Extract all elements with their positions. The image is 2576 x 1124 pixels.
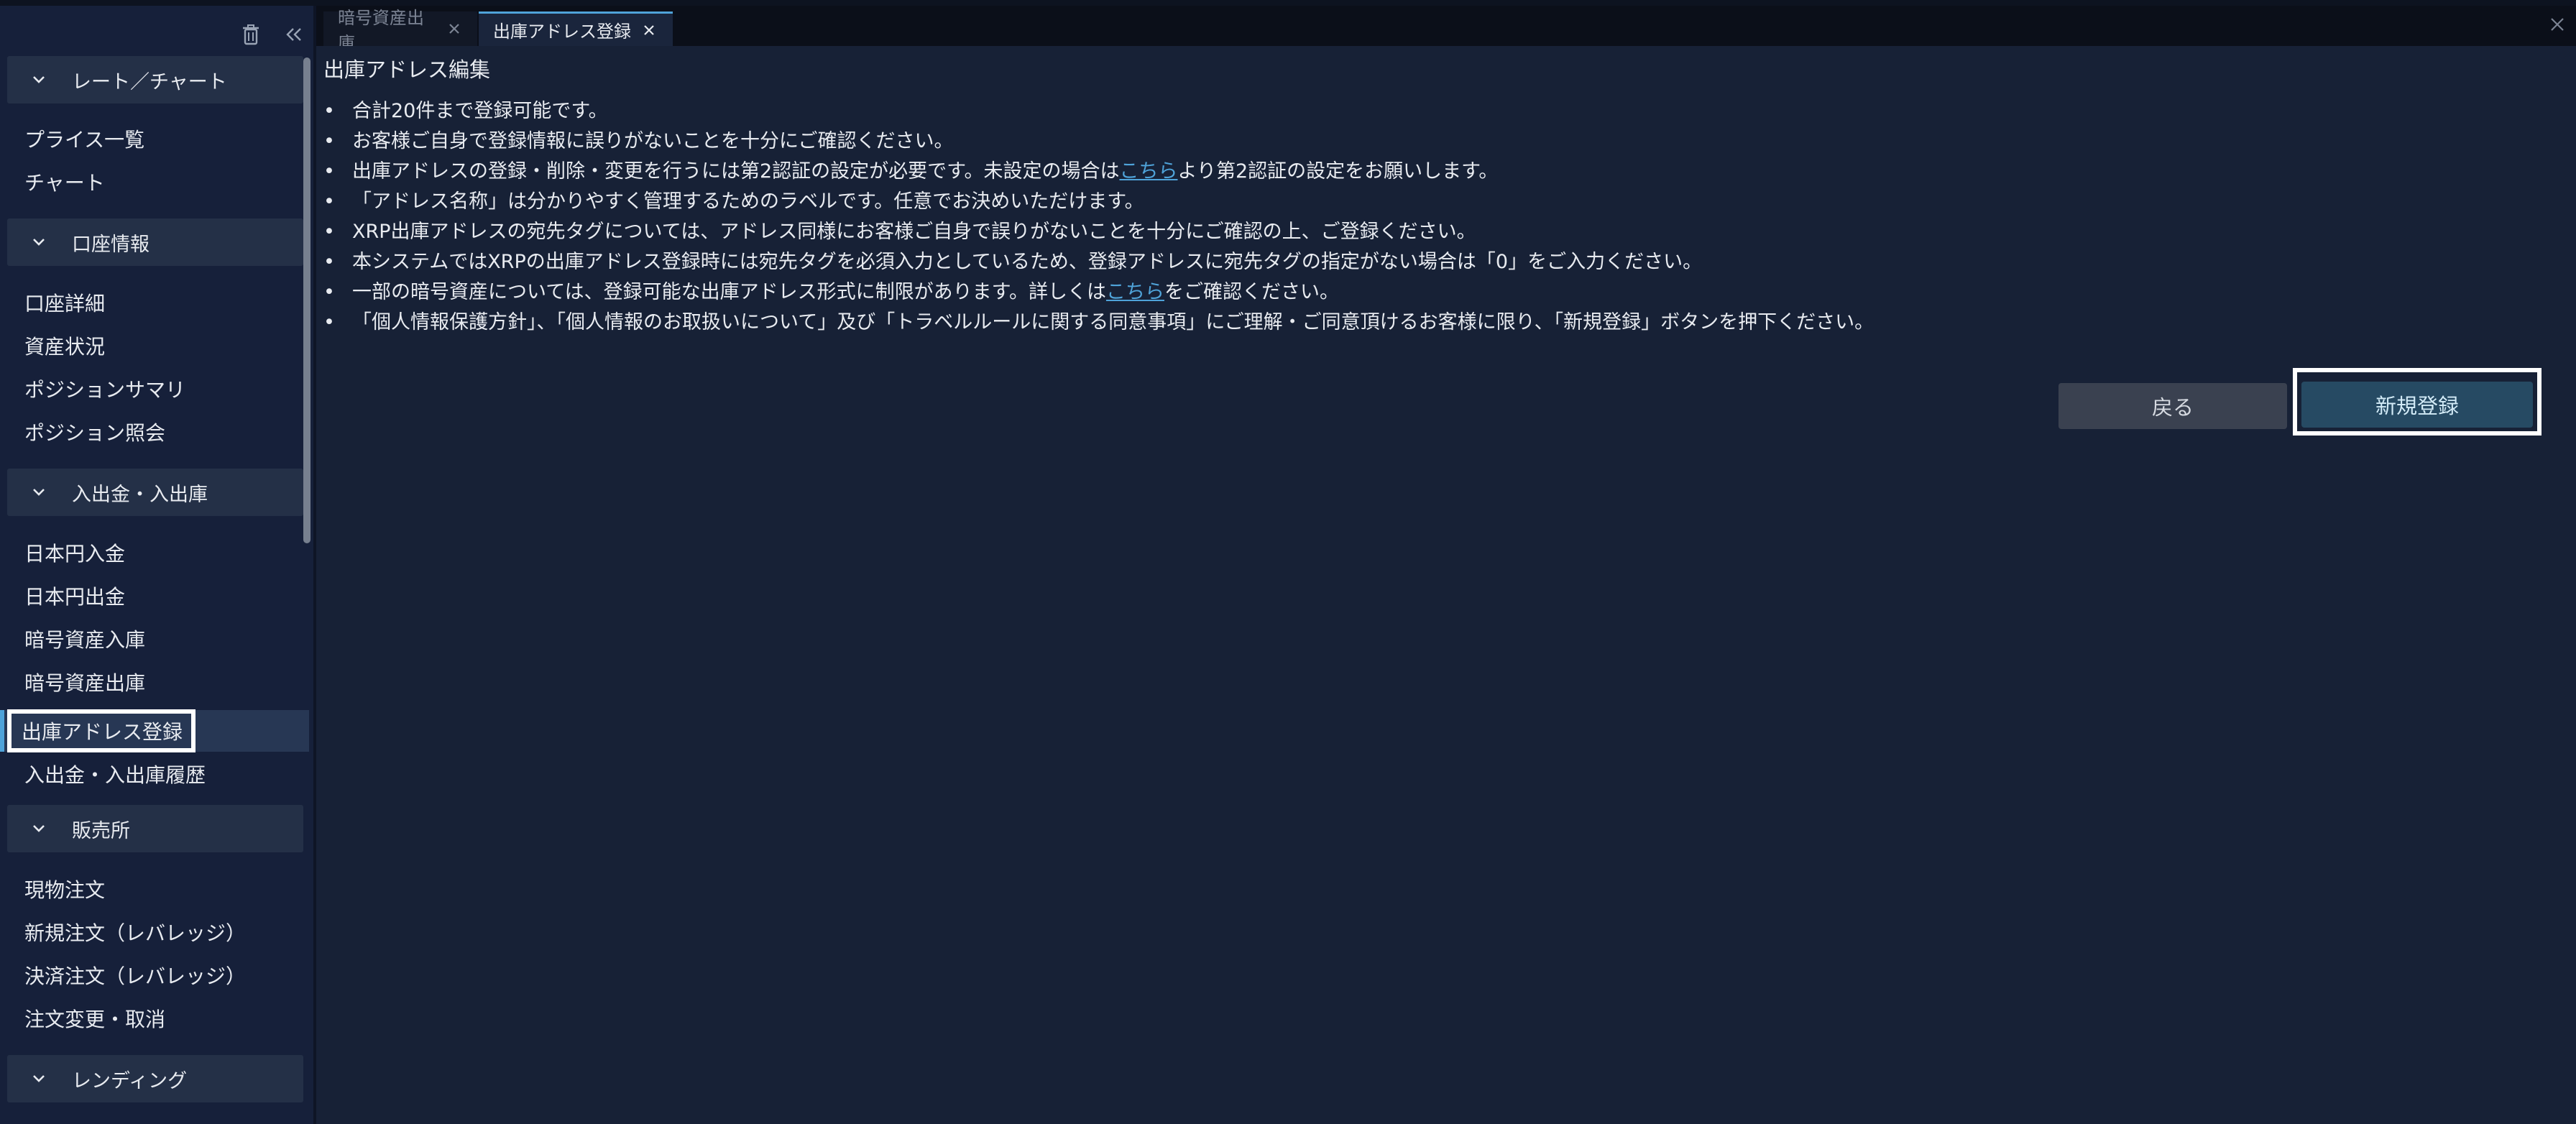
sidebar-item-label: チャート bbox=[24, 171, 105, 195]
sidebar-item-leverage-settle-order[interactable]: 決済注文（レバレッジ） bbox=[0, 954, 309, 996]
list-item: 一部の暗号資産については、登録可能な出庫アドレス形式に制限があります。詳しくはこ… bbox=[323, 277, 2508, 308]
back-button[interactable]: 戻る bbox=[2058, 383, 2287, 429]
section-lending[interactable]: レンディング bbox=[7, 1055, 303, 1102]
list-item: XRP出庫アドレスの宛先タグについては、アドレス同様にお客様ご自身で誤りがないこ… bbox=[323, 217, 2508, 247]
sidebar-scrollbar[interactable] bbox=[303, 57, 310, 543]
list-item: 「アドレス名称」は分かりやすく管理するためのラベルです。任意でお決めいただけます… bbox=[323, 187, 2508, 217]
close-icon[interactable] bbox=[643, 22, 658, 38]
section-deposit-withdrawal[interactable]: 入出金・入出庫 bbox=[7, 469, 303, 516]
section-rate-chart[interactable]: レート／チャート bbox=[7, 56, 303, 103]
sidebar-item-label: 出庫アドレス登録 bbox=[7, 709, 196, 752]
sidebar-item-label: 日本円出金 bbox=[24, 585, 126, 609]
sidebar-item-spot-order[interactable]: 現物注文 bbox=[0, 868, 309, 910]
chevron-down-icon bbox=[32, 487, 50, 497]
section-label: 入出金・入出庫 bbox=[72, 483, 208, 506]
note-text: XRP出庫アドレスの宛先タグについては、アドレス同様にお客様ご自身で誤りがないこ… bbox=[352, 221, 1476, 243]
sidebar-item-position-summary[interactable]: ポジションサマリ bbox=[0, 368, 309, 410]
note-text: 出庫アドレスの登録・削除・変更を行うには第2認証の設定が必要です。未設定の場合は bbox=[352, 160, 1120, 183]
second-auth-link[interactable]: こちら bbox=[1119, 160, 1177, 183]
app-window: レート／チャート プライス一覧 チャート 口座情報 口座詳細 資産状況 ポジショ… bbox=[0, 0, 2576, 1124]
tab-crypto-withdrawal[interactable]: 暗号資産出庫 bbox=[323, 8, 477, 53]
section-label: 口座情報 bbox=[72, 233, 150, 256]
sidebar-item-order-modify[interactable]: 注文変更・取消 bbox=[0, 998, 309, 1039]
list-item: 本システムではXRPの出庫アドレス登録時には宛先タグを必須入力としているため、登… bbox=[323, 247, 2508, 277]
note-text: お客様ご自身で登録情報に誤りがないことを十分にご確認ください。 bbox=[352, 130, 954, 152]
note-text: 合計20件まで登録可能です。 bbox=[352, 100, 608, 122]
note-text: 本システムではXRPの出庫アドレス登録時には宛先タグを必須入力としているため、登… bbox=[352, 251, 1703, 273]
sidebar-item-jpy-deposit[interactable]: 日本円入金 bbox=[0, 532, 309, 573]
sidebar-item-label: 日本円入金 bbox=[24, 542, 126, 566]
sidebar-item-crypto-withdrawal[interactable]: 暗号資産出庫 bbox=[0, 661, 309, 703]
address-format-link[interactable]: こちら bbox=[1106, 281, 1164, 303]
page-title: 出庫アドレス編集 bbox=[323, 57, 491, 82]
sidebar-item-withdrawal-address[interactable]: 出庫アドレス登録 bbox=[0, 709, 309, 752]
sidebar: レート／チャート プライス一覧 チャート 口座情報 口座詳細 資産状況 ポジショ… bbox=[0, 6, 313, 1124]
sidebar-item-leverage-new-order[interactable]: 新規注文（レバレッジ） bbox=[0, 911, 309, 953]
sidebar-item-history[interactable]: 入出金・入出庫履歴 bbox=[0, 753, 309, 795]
sidebar-item-label: 口座詳細 bbox=[24, 292, 106, 315]
sidebar-item-label: 暗号資産入庫 bbox=[24, 628, 146, 652]
section-label: レンディング bbox=[72, 1069, 188, 1092]
note-text: 一部の暗号資産については、登録可能な出庫アドレス形式に制限があります。詳しくは bbox=[352, 281, 1106, 303]
sidebar-item-position-inquiry[interactable]: ポジション照会 bbox=[0, 411, 309, 453]
chevron-down-icon bbox=[32, 1074, 50, 1084]
sidebar-item-asset-status[interactable]: 資産状況 bbox=[0, 325, 309, 367]
collapse-sidebar-icon[interactable] bbox=[283, 24, 305, 45]
note-text: 「アドレス名称」は分かりやすく管理するためのラベルです。任意でお決めいただけます… bbox=[352, 190, 1144, 213]
sidebar-item-label: 新規注文（レバレッジ） bbox=[24, 921, 247, 945]
chevron-down-icon bbox=[32, 237, 50, 247]
section-label: 販売所 bbox=[72, 819, 130, 842]
tab-bar: 暗号資産出庫 出庫アドレス登録 bbox=[316, 6, 2576, 53]
sidebar-item-price-list[interactable]: プライス一覧 bbox=[0, 118, 309, 160]
tab-label: 出庫アドレス登録 bbox=[493, 22, 631, 42]
section-exchange[interactable]: 販売所 bbox=[7, 805, 303, 852]
active-marker bbox=[0, 710, 4, 752]
notes-list: 合計20件まで登録可能です。 お客様ご自身で登録情報に誤りがないことを十分にご確… bbox=[323, 96, 2508, 338]
sidebar-tools bbox=[240, 16, 305, 53]
chevron-down-icon bbox=[32, 75, 50, 85]
section-account-info[interactable]: 口座情報 bbox=[7, 218, 303, 266]
sidebar-item-account-detail[interactable]: 口座詳細 bbox=[0, 282, 309, 323]
new-registration-button[interactable]: 新規登録 bbox=[2301, 382, 2533, 428]
sidebar-item-label: プライス一覧 bbox=[24, 128, 145, 152]
trash-icon[interactable] bbox=[240, 24, 262, 45]
list-item: 「個人情報保護方針」、「個人情報のお取扱いについて」及び「トラベルルールに関する… bbox=[323, 308, 2508, 338]
sidebar-item-jpy-withdrawal[interactable]: 日本円出金 bbox=[0, 575, 309, 617]
sidebar-item-label: 暗号資産出庫 bbox=[24, 671, 146, 695]
note-text: 「個人情報保護方針」、「個人情報のお取扱いについて」及び「トラベルルールに関する… bbox=[352, 311, 1874, 333]
sidebar-item-label: 資産状況 bbox=[24, 335, 106, 359]
sidebar-item-crypto-deposit[interactable]: 暗号資産入庫 bbox=[0, 618, 309, 660]
chevron-down-icon bbox=[32, 824, 50, 834]
sidebar-item-label: 注文変更・取消 bbox=[24, 1008, 166, 1031]
sidebar-item-label: ポジションサマリ bbox=[24, 378, 186, 402]
list-item: 合計20件まで登録可能です。 bbox=[323, 96, 2508, 126]
tab-withdrawal-address[interactable]: 出庫アドレス登録 bbox=[479, 11, 673, 46]
note-text: をご確認ください。 bbox=[1164, 281, 1339, 303]
main-panel: 出庫アドレス編集 合計20件まで登録可能です。 お客様ご自身で登録情報に誤りがな… bbox=[316, 46, 2576, 1124]
sidebar-item-label: 現物注文 bbox=[24, 878, 106, 902]
sidebar-item-label: 決済注文（レバレッジ） bbox=[24, 964, 247, 988]
sidebar-item-label: ポジション照会 bbox=[24, 421, 166, 445]
list-item: お客様ご自身で登録情報に誤りがないことを十分にご確認ください。 bbox=[323, 126, 2508, 157]
note-text: より第2認証の設定をお願いします。 bbox=[1177, 160, 1499, 183]
close-icon[interactable] bbox=[448, 21, 463, 37]
section-label: レート／チャート bbox=[72, 70, 227, 93]
list-item: 出庫アドレスの登録・削除・変更を行うには第2認証の設定が必要です。未設定の場合は… bbox=[323, 157, 2508, 187]
sidebar-item-chart[interactable]: チャート bbox=[0, 161, 309, 203]
panel-close-icon[interactable] bbox=[2549, 16, 2566, 33]
sidebar-item-label: 入出金・入出庫履歴 bbox=[24, 763, 206, 787]
